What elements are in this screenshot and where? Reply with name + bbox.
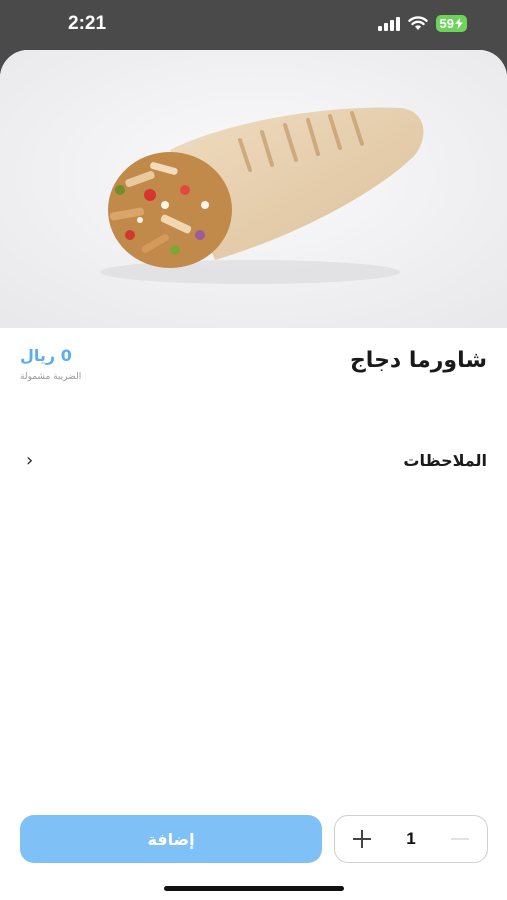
quantity-value: 1 (406, 829, 416, 848)
cellular-signal-icon (377, 16, 400, 31)
product-price: 0 ريال (20, 346, 72, 365)
product-image (0, 50, 507, 328)
increase-quantity-button[interactable] (349, 826, 375, 852)
product-sheet: شاورما دجاج 0 ريال الضريبة مشمولة › المل… (0, 50, 507, 900)
status-time: 2:21 (68, 13, 107, 34)
status-bar: 2:21 59 (0, 0, 507, 50)
wifi-icon (407, 16, 428, 31)
product-title: شاورما دجاج (349, 348, 487, 373)
tax-note: الضريبة مشمولة (20, 372, 82, 382)
home-indicator (164, 886, 344, 891)
notes-label: الملاحظات (403, 450, 487, 470)
minus-icon (451, 838, 469, 840)
status-icons: 59 (377, 15, 467, 32)
charging-bolt-icon (455, 18, 463, 29)
add-to-cart-button[interactable]: إضافة (20, 815, 322, 863)
chevron-right-icon: › (26, 449, 34, 471)
battery-icon: 59 (435, 15, 467, 32)
quantity-stepper: 1 (334, 815, 488, 863)
battery-level: 59 (439, 16, 454, 31)
plus-icon (353, 830, 371, 848)
decrease-quantity-button[interactable] (447, 826, 473, 852)
notes-row[interactable]: › الملاحظات (0, 442, 507, 478)
product-header: شاورما دجاج 0 ريال الضريبة مشمولة (0, 340, 507, 400)
